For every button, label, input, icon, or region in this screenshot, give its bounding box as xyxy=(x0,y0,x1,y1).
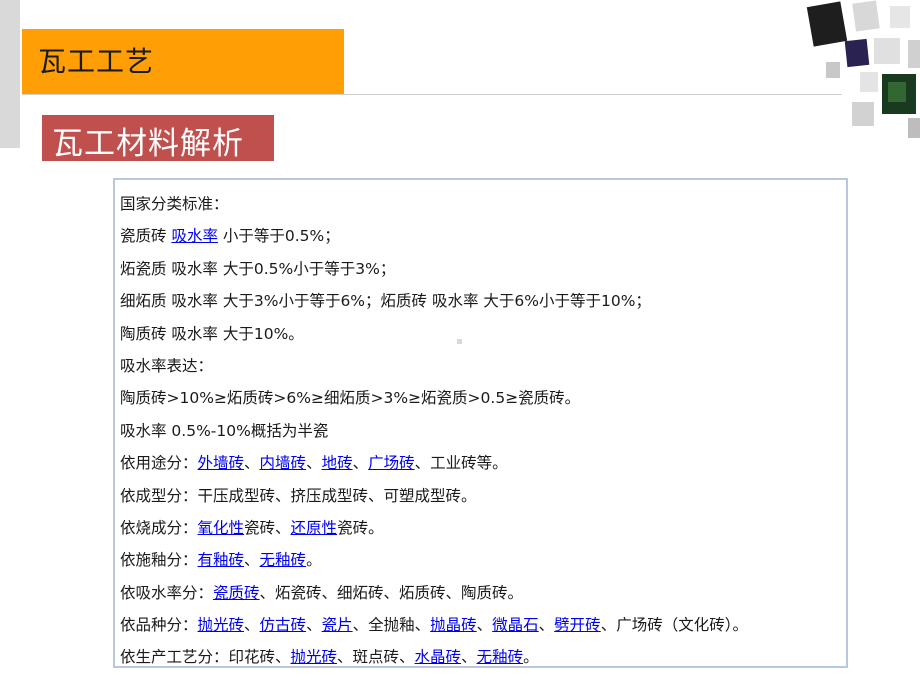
content-line: 依用途分：外墙砖、内墙砖、地砖、广场砖、工业砖等。 xyxy=(120,447,748,479)
line-text: 、 xyxy=(244,616,260,635)
content-line: 依成型分：干压成型砖、挤压成型砖、可塑成型砖。 xyxy=(120,480,748,512)
content-line: 依烧成分：氧化性瓷砖、还原性瓷砖。 xyxy=(120,512,748,544)
line-text: 、斑点砖、 xyxy=(337,648,415,667)
content-line: 陶质砖 吸水率 大于10%。 xyxy=(120,318,748,350)
content-line: 细炻质 吸水率 大于3%小于等于6%；炻质砖 吸水率 大于6%小于等于10%； xyxy=(120,285,748,317)
line-text: 依烧成分： xyxy=(120,518,198,537)
term-link[interactable]: 有釉砖 xyxy=(198,551,245,569)
term-link[interactable]: 氧化性 xyxy=(198,519,245,537)
line-text: 、 xyxy=(461,648,477,667)
term-link[interactable]: 抛光砖 xyxy=(291,648,338,666)
content-line: 炻瓷质 吸水率 大于0.5%小于等于3%； xyxy=(120,253,748,285)
line-text: 依生产工艺分：印花砖、 xyxy=(120,648,291,667)
term-link[interactable]: 内墙砖 xyxy=(260,454,307,472)
term-link[interactable]: 瓷质砖 xyxy=(213,584,260,602)
line-text: 、 xyxy=(244,454,260,473)
line-text: 吸水率 0.5%-10%概括为半瓷 xyxy=(120,421,329,440)
line-text: 。 xyxy=(306,551,322,570)
slide-subtitle: 瓦工材料解析 xyxy=(52,126,244,162)
line-text: 、 xyxy=(352,454,369,473)
line-text: 瓷砖、 xyxy=(244,518,291,537)
term-link[interactable]: 水晶砖 xyxy=(415,648,462,666)
content-lines: 国家分类标准： 瓷质砖 吸水率 小于等于0.5%； 炻瓷质 吸水率 大于0.5%小于… xyxy=(120,188,748,674)
content-line: 吸水率表达： xyxy=(120,350,748,382)
line-text: 依吸水率分： xyxy=(120,583,214,602)
content-line: 陶质砖>10%≥炻质砖>6%≥细炻质>3%≥炻瓷质>0.5≥瓷质砖。 xyxy=(120,382,748,414)
title-divider xyxy=(22,94,842,95)
line-text: 瓷质砖 xyxy=(120,227,172,246)
term-link[interactable]: 抛晶砖 xyxy=(430,616,477,634)
line-text: 依成型分：干压成型砖、挤压成型砖、可塑成型砖。 xyxy=(120,486,477,505)
line-text: 、 xyxy=(306,454,322,473)
line-text: 陶质砖 吸水率 大于10%。 xyxy=(120,324,304,343)
line-text: 、 xyxy=(306,616,322,635)
term-link[interactable]: 仿古砖 xyxy=(260,616,307,634)
term-link[interactable]: 还原性 xyxy=(291,519,338,537)
content-line: 吸水率 0.5%-10%概括为半瓷 xyxy=(120,415,748,447)
left-accent-bar xyxy=(0,0,20,148)
line-text: 。 xyxy=(523,648,539,667)
term-link[interactable]: 广场砖 xyxy=(368,454,415,472)
line-text: 依施釉分： xyxy=(120,551,198,570)
line-text: 吸水率表达： xyxy=(120,356,214,375)
line-text: 、广场砖（文化砖）。 xyxy=(600,616,748,635)
line-text: 、 xyxy=(538,616,555,635)
line-text: 依用途分： xyxy=(120,454,198,473)
line-text: 炻瓷质 吸水率 大于0.5%小于等于3%； xyxy=(120,259,396,278)
decorative-tiles xyxy=(806,0,920,138)
term-link[interactable]: 地砖 xyxy=(322,454,353,472)
line-text: 小于等于0.5%； xyxy=(217,227,340,246)
line-text: 陶质砖>10%≥炻质砖>6%≥细炻质>3%≥炻瓷质>0.5≥瓷质砖。 xyxy=(120,389,581,408)
line-text: 瓷砖。 xyxy=(337,518,384,537)
line-text: 、 xyxy=(476,616,493,635)
line-text: 、炻瓷砖、细炻砖、炻质砖、陶质砖。 xyxy=(259,583,524,602)
slide-title: 瓦工工艺 xyxy=(38,45,155,78)
line-text: 、全抛釉、 xyxy=(352,616,431,635)
content-line: 依吸水率分：瓷质砖、炻瓷砖、细炻砖、炻质砖、陶质砖。 xyxy=(120,577,748,609)
term-link[interactable]: 抛光砖 xyxy=(198,616,245,634)
term-link[interactable]: 无釉砖 xyxy=(477,648,524,666)
content-line: 依施釉分：有釉砖、无釉砖。 xyxy=(120,544,748,576)
line-text: 细炻质 吸水率 大于3%小于等于6%；炻质砖 吸水率 大于6%小于等于10%； xyxy=(120,292,651,311)
line-text: 、 xyxy=(244,551,260,570)
content-line: 国家分类标准： xyxy=(120,188,748,220)
content-line: 依品种分：抛光砖、仿古砖、瓷片、全抛釉、抛晶砖、微晶石、劈开砖、广场砖（文化砖）… xyxy=(120,609,748,641)
line-text: 依品种分： xyxy=(120,616,198,635)
term-link[interactable]: 吸水率 xyxy=(171,227,218,245)
line-text: 、工业砖等。 xyxy=(414,454,508,473)
content-line: 依生产工艺分：印花砖、抛光砖、斑点砖、水晶砖、无釉砖。 xyxy=(120,641,748,673)
term-link[interactable]: 瓷片 xyxy=(322,616,353,634)
term-link[interactable]: 劈开砖 xyxy=(554,616,601,634)
content-line: 瓷质砖 吸水率 小于等于0.5%； xyxy=(120,220,748,252)
term-link[interactable]: 无釉砖 xyxy=(260,551,307,569)
term-link[interactable]: 外墙砖 xyxy=(198,454,245,472)
term-link[interactable]: 微晶石 xyxy=(492,616,539,634)
line-text: 国家分类标准： xyxy=(120,195,229,213)
